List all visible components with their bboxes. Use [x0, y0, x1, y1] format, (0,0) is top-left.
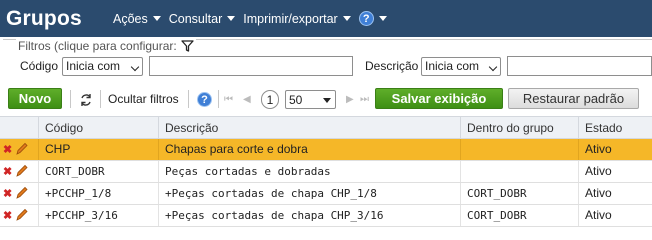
chevron-down-icon [488, 62, 498, 71]
menu-help[interactable]: ? [358, 11, 387, 26]
page-number-input[interactable]: 1 [261, 90, 279, 109]
app-header: Grupos Ações Consultar Imprimir/exportar… [0, 0, 652, 37]
previous-page-icon[interactable]: ◀ [243, 94, 251, 105]
cell-descricao: +Peças cortadas de chapa CHP_1/8 [158, 183, 460, 204]
filter-codigo-label: Código [20, 59, 59, 73]
page-size-value: 50 [289, 92, 303, 107]
toolbar-divider [70, 90, 71, 108]
filters-legend[interactable]: Filtros (clique para configurar: [16, 39, 196, 53]
caret-down-icon [378, 16, 387, 21]
toolbar-divider [100, 90, 101, 108]
filter-descricao-operator-value: Inicia com [425, 59, 480, 73]
menu-consultar-label: Consultar [168, 11, 223, 26]
chevron-down-icon [130, 62, 140, 71]
table-row[interactable]: ✖ CHP Chapas para corte e dobra Ativo [0, 139, 652, 161]
cell-dentro-do-grupo [460, 139, 578, 160]
pencil-icon[interactable] [15, 164, 28, 178]
toolbar-divider [218, 90, 219, 108]
main-menu: Ações Consultar Imprimir/exportar ? [113, 11, 395, 26]
column-header-codigo[interactable]: Código [38, 117, 158, 139]
cell-estado: Ativo [578, 161, 652, 182]
save-view-button[interactable]: Salvar exibição [375, 88, 503, 109]
cell-codigo: CHP [38, 139, 158, 160]
cell-dentro-do-grupo [460, 161, 578, 182]
delete-icon[interactable]: ✖ [3, 143, 12, 156]
delete-icon[interactable]: ✖ [3, 165, 12, 178]
filter-row: Código Inicia com Descrição Inicia com [3, 56, 652, 76]
menu-acoes-label: Ações [113, 11, 148, 26]
filter-descricao-label: Descrição [365, 59, 419, 73]
menu-imprimir-exportar-label: Imprimir/exportar [243, 11, 338, 26]
table-row[interactable]: ✖ +PCCHP_3/16 +Peças cortadas de chapa C… [0, 205, 652, 227]
help-icon[interactable]: ? [358, 11, 374, 26]
toolbar-divider [188, 90, 189, 108]
last-page-icon[interactable]: ⏭ [360, 94, 369, 105]
caret-down-icon [227, 16, 236, 21]
cell-estado: Ativo [578, 183, 652, 204]
filter-descricao-operator-select[interactable]: Inicia com [421, 56, 501, 76]
cell-codigo: +PCCHP_1/8 [38, 183, 158, 204]
next-page-icon[interactable]: ▶ [346, 94, 354, 105]
page-size-select[interactable]: 50 [285, 90, 336, 109]
cell-descricao: +Peças cortadas de chapa CHP_3/16 [158, 205, 460, 226]
column-header-dentro-do-grupo[interactable]: Dentro do grupo [460, 117, 578, 139]
caret-down-icon [342, 16, 351, 21]
toolbar: Novo Ocultar filtros ? ⏮ ◀ 1 50 ▶ ⏭ Salv… [0, 88, 652, 112]
table-row[interactable]: ✖ +PCCHP_1/8 +Peças cortadas de chapa CH… [0, 183, 652, 205]
cell-estado: Ativo [578, 205, 652, 226]
menu-acoes[interactable]: Ações [113, 12, 161, 26]
cell-dentro-do-grupo: CORT_DOBR [460, 183, 578, 204]
cell-codigo: CORT_DOBR [38, 161, 158, 182]
delete-icon[interactable]: ✖ [3, 187, 12, 200]
menu-imprimir-exportar[interactable]: Imprimir/exportar [243, 11, 351, 26]
filter-codigo-operator-value: Inicia com [66, 59, 121, 73]
table-header: Código Descrição Dentro do grupo Estado [0, 116, 652, 139]
filter-codigo-input[interactable] [149, 56, 353, 76]
filter-codigo-operator-select[interactable]: Inicia com [62, 56, 143, 76]
page-title: Grupos [6, 6, 82, 30]
table-row[interactable]: ✖ CORT_DOBR Peças cortadas e dobradas At… [0, 161, 652, 183]
hide-filters-button[interactable]: Ocultar filtros [108, 92, 179, 106]
first-page-icon[interactable]: ⏮ [224, 94, 233, 105]
menu-consultar[interactable]: Consultar [169, 12, 236, 26]
pencil-icon[interactable] [15, 186, 28, 200]
cell-estado: Ativo [578, 139, 652, 160]
caret-down-icon [323, 98, 331, 103]
delete-icon[interactable]: ✖ [3, 209, 12, 222]
caret-down-icon [152, 16, 161, 21]
pencil-icon[interactable] [15, 142, 28, 156]
filters-panel: Filtros (clique para configurar: Código … [3, 39, 652, 80]
refresh-icon[interactable] [79, 93, 93, 107]
new-button[interactable]: Novo [8, 88, 62, 109]
column-header-estado[interactable]: Estado [578, 117, 652, 139]
filter-descricao-input[interactable] [507, 56, 652, 76]
cell-descricao: Peças cortadas e dobradas [158, 161, 460, 182]
restore-default-button[interactable]: Restaurar padrão [508, 88, 639, 109]
help-icon[interactable]: ? [197, 92, 212, 107]
groups-table: Código Descrição Dentro do grupo Estado … [0, 116, 652, 227]
cell-descricao: Chapas para corte e dobra [158, 139, 460, 160]
cell-dentro-do-grupo: CORT_DOBR [460, 205, 578, 226]
funnel-icon[interactable] [181, 40, 194, 52]
cell-codigo: +PCCHP_3/16 [38, 205, 158, 226]
filters-legend-text: Filtros (clique para configurar: [18, 39, 177, 53]
pencil-icon[interactable] [15, 208, 28, 222]
column-header-descricao[interactable]: Descrição [158, 117, 460, 139]
